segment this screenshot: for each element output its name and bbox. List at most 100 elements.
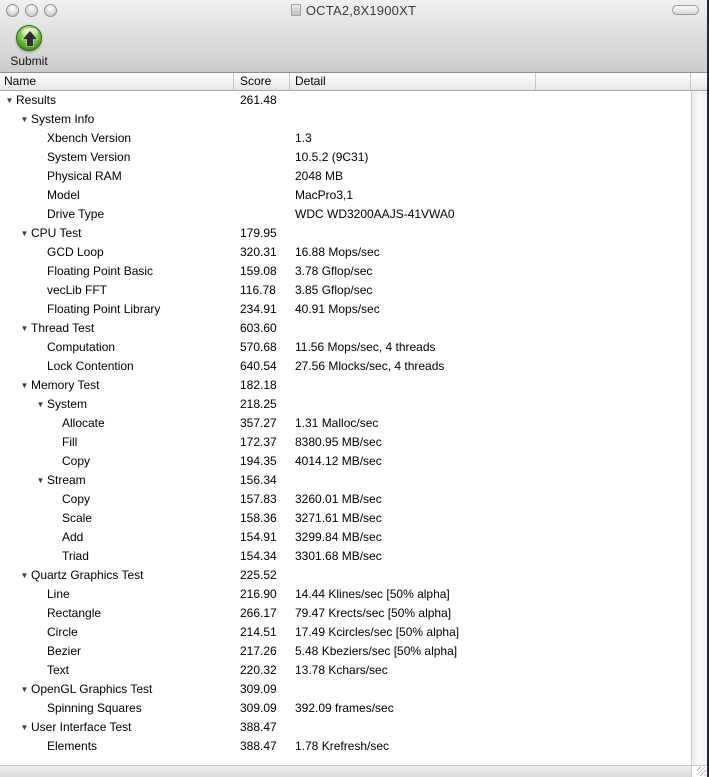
table-row[interactable]: ▼ OpenGL Graphics Test 309.09 — [0, 680, 707, 699]
table-row[interactable]: Copy 194.35 4014.12 MB/sec — [0, 452, 707, 471]
table-row[interactable]: Bezier 217.26 5.48 Kbeziers/sec [50% alpha… — [0, 642, 707, 661]
table-row[interactable]: Floating Point Basic 159.08 3.78 Gflop/sec — [0, 262, 707, 281]
column-header-detail[interactable]: Detail — [290, 73, 536, 91]
table-row[interactable]: Spinning Squares 309.09 392.09 frames/sec — [0, 699, 707, 718]
row-detail: 3.78 Gflop/sec — [295, 264, 373, 278]
row-name: Text — [47, 663, 70, 677]
row-detail: 79.47 Krects/sec [50% alpha] — [295, 606, 452, 620]
column-header-score[interactable]: Score — [234, 73, 290, 91]
row-score: 570.68 — [240, 340, 277, 354]
table-row[interactable]: Lock Contention 640.54 27.56 Mlocks/sec, 4… — [0, 357, 707, 376]
row-name: User Interface Test — [31, 720, 132, 734]
row-name-cell: Allocate — [0, 414, 234, 433]
table-row[interactable]: ▼ Thread Test 603.60 — [0, 319, 707, 338]
table-row[interactable]: Add 154.91 3299.84 MB/sec — [0, 528, 707, 547]
table-row[interactable]: Fill 172.37 8380.95 MB/sec — [0, 433, 707, 452]
table-row[interactable]: Scale 158.36 3271.61 MB/sec — [0, 509, 707, 528]
table-row[interactable]: Allocate 357.27 1.31 Malloc/sec — [0, 414, 707, 433]
row-score: 388.47 — [240, 739, 277, 753]
table-row[interactable]: Triad 154.34 3301.68 MB/sec — [0, 547, 707, 566]
row-name: Copy — [62, 492, 91, 506]
row-name: Allocate — [62, 416, 105, 430]
disclosure-triangle-icon[interactable]: ▼ — [35, 471, 46, 490]
table-row[interactable]: Rectangle 266.17 79.47 Krects/sec [50% alp… — [0, 604, 707, 623]
disclosure-triangle-icon[interactable]: ▼ — [4, 91, 15, 110]
row-name-cell: Rectangle — [0, 604, 234, 623]
table-row[interactable]: Computation 570.68 11.56 Mops/sec, 4 threa… — [0, 338, 707, 357]
table-row[interactable]: Model MacPro3,1 — [0, 186, 707, 205]
table-row[interactable]: Elements 388.47 1.78 Krefresh/sec — [0, 737, 707, 756]
table-row[interactable]: Drive Type WDC WD3200AAJS-41VWA0 — [0, 205, 707, 224]
row-detail: 16.88 Mops/sec — [295, 245, 380, 259]
table-row[interactable]: ▼ System 218.25 — [0, 395, 707, 414]
row-score: 182.18 — [240, 378, 277, 392]
row-detail: 1.3 — [295, 131, 312, 145]
row-detail: MacPro3,1 — [295, 188, 354, 202]
row-score: 266.17 — [240, 606, 277, 620]
row-name-cell: ▼ Results — [0, 91, 234, 110]
row-detail: 3260.01 MB/sec — [295, 492, 382, 506]
table-row[interactable]: ▼ Quartz Graphics Test 225.52 — [0, 566, 707, 585]
row-name-cell: Lock Contention — [0, 357, 234, 376]
table-row[interactable]: Line 216.90 14.44 Klines/sec [50% alpha] — [0, 585, 707, 604]
row-score — [234, 148, 290, 167]
table-row[interactable]: Floating Point Library 234.91 40.91 Mops/s… — [0, 300, 707, 319]
row-name: Rectangle — [47, 606, 102, 620]
table-row[interactable]: ▼ CPU Test 179.95 — [0, 224, 707, 243]
window-title: OCTA2,8X1900XT — [305, 2, 417, 18]
row-detail — [290, 376, 707, 395]
vertical-scrollbar[interactable] — [691, 91, 707, 765]
row-name-cell: ▼ System — [0, 395, 234, 414]
table-row[interactable]: ▼ Results 261.48 — [0, 91, 707, 110]
table-row[interactable]: Circle 214.51 17.49 Kcircles/sec [50% alph… — [0, 623, 707, 642]
row-score: 158.36 — [240, 511, 277, 525]
table-row[interactable]: ▼ System Info — [0, 110, 707, 129]
table-row[interactable]: System Version 10.5.2 (9C31) — [0, 148, 707, 167]
row-name-cell: vecLib FFT — [0, 281, 234, 300]
column-header-name[interactable]: Name — [0, 73, 234, 91]
row-score: 357.27 — [240, 416, 277, 430]
row-name: Bezier — [47, 644, 82, 658]
disclosure-triangle-icon[interactable]: ▼ — [19, 680, 30, 699]
row-name-cell: Line — [0, 585, 234, 604]
disclosure-triangle-icon[interactable]: ▼ — [19, 376, 30, 395]
row-detail — [290, 718, 707, 737]
row-score: 261.48 — [240, 93, 277, 107]
table-row[interactable]: Copy 157.83 3260.01 MB/sec — [0, 490, 707, 509]
row-score: 603.60 — [240, 321, 277, 335]
table-row[interactable]: Text 220.32 13.78 Kchars/sec — [0, 661, 707, 680]
disclosure-triangle-icon[interactable]: ▼ — [35, 395, 46, 414]
row-name-cell: System Version — [0, 148, 234, 167]
resize-grip[interactable] — [691, 765, 707, 777]
column-header-blank[interactable] — [536, 73, 691, 91]
disclosure-triangle-icon[interactable]: ▼ — [19, 718, 30, 737]
table-row[interactable]: Xbench Version 1.3 — [0, 129, 707, 148]
disclosure-triangle-icon[interactable]: ▼ — [19, 110, 30, 129]
table-row[interactable]: ▼ Stream 156.34 — [0, 471, 707, 490]
table-row[interactable]: vecLib FFT 116.78 3.85 Gflop/sec — [0, 281, 707, 300]
row-score: 320.31 — [240, 245, 277, 259]
row-name-cell: ▼ Memory Test — [0, 376, 234, 395]
row-name-cell: Text — [0, 661, 234, 680]
table-row[interactable]: Physical RAM 2048 MB — [0, 167, 707, 186]
row-name-cell: Bezier — [0, 642, 234, 661]
bottom-bar — [0, 765, 707, 777]
toolbar-toggle-button[interactable] — [672, 5, 699, 15]
disclosure-triangle-icon[interactable]: ▼ — [19, 224, 30, 243]
row-score: 225.52 — [240, 568, 277, 582]
row-name-cell: ▼ Thread Test — [0, 319, 234, 338]
disclosure-triangle-icon[interactable]: ▼ — [19, 319, 30, 338]
disclosure-triangle-icon[interactable]: ▼ — [19, 566, 30, 585]
row-score: 154.91 — [240, 530, 277, 544]
row-detail — [290, 224, 707, 243]
row-detail — [290, 91, 707, 110]
row-score — [234, 205, 290, 224]
title-bar[interactable]: OCTA2,8X1900XT — [0, 0, 707, 20]
table-row[interactable]: GCD Loop 320.31 16.88 Mops/sec — [0, 243, 707, 262]
row-detail: 40.91 Mops/sec — [295, 302, 380, 316]
row-score: 220.32 — [240, 663, 277, 677]
submit-button[interactable]: Submit — [5, 25, 53, 68]
table-row[interactable]: ▼ User Interface Test 388.47 — [0, 718, 707, 737]
table-row[interactable]: ▼ Memory Test 182.18 — [0, 376, 707, 395]
row-score — [234, 186, 290, 205]
